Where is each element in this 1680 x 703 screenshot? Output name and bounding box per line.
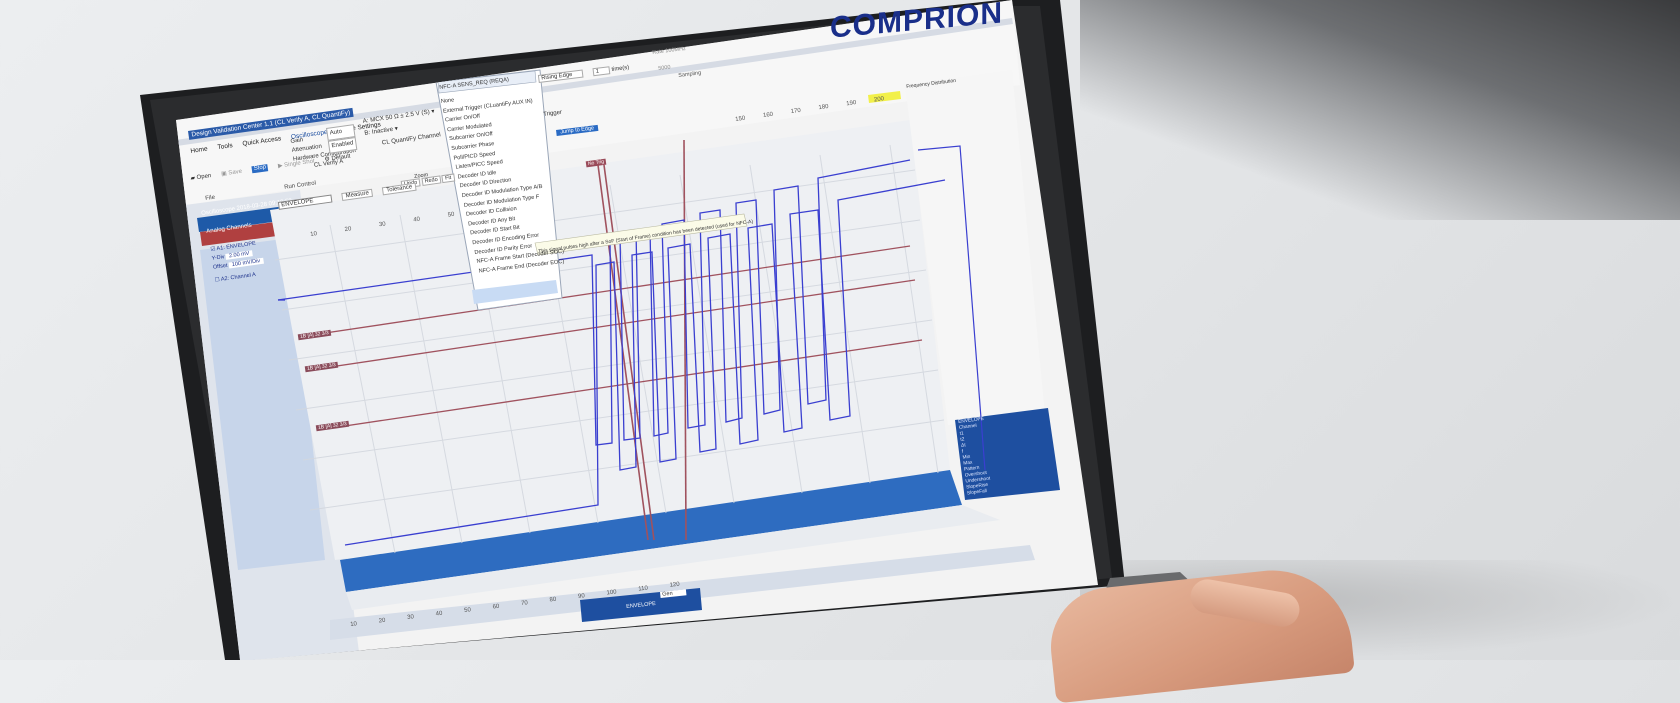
tooltip: This signal pulses high after a SoF (Sta… [538, 218, 754, 255]
bottom-tab-gen[interactable]: Gen [660, 589, 687, 598]
file-group-label: File [205, 194, 216, 202]
trigger-source-list: None External Trigger (CLuantiFy AUX IN)… [440, 88, 565, 279]
trigger-unit-label: time(s) [611, 64, 630, 73]
tick-label: 70 [520, 600, 529, 607]
tick-label: 20 [378, 617, 386, 625]
tick-label: 30 [406, 614, 415, 621]
tick-label: 10 [350, 621, 358, 628]
channel-select[interactable]: ENVELOPE [277, 194, 333, 210]
channel-marker[interactable]: 1B [A] 32 3/3 [304, 361, 339, 373]
trigger-count-input[interactable]: 1 [592, 66, 611, 77]
tick-label: 80 [549, 596, 557, 604]
tick-label: 100 [606, 589, 617, 597]
brand-logo: COMPRION [830, 0, 1003, 45]
channel-config: A: MCX 50 Ω ± 2.5 V (S) ▾ B: Inactive ▾ … [362, 106, 442, 152]
tick-label: 160 [762, 111, 774, 120]
checkbox[interactable]: ☑ [210, 246, 216, 253]
tab-home[interactable]: Home [190, 146, 208, 155]
save-icon: ▣ [220, 170, 228, 178]
tick-label: 50 [447, 211, 455, 219]
tick-label: 60 [492, 603, 500, 611]
tick-label: 170 [790, 107, 802, 116]
sampling-label: Sampling [678, 70, 702, 79]
play-icon: ▶ [277, 163, 284, 170]
tick-label: 110 [638, 585, 649, 593]
folder-icon: ▰ [190, 175, 196, 182]
tab-tools[interactable]: Tools [217, 142, 233, 151]
tolerance-button[interactable]: Tolerance [381, 182, 417, 196]
tick-label: 90 [577, 593, 586, 600]
tick-label: 40 [435, 610, 443, 618]
open-button[interactable]: ▰ Open [190, 172, 212, 182]
tick-label: 30 [378, 221, 387, 229]
jump-to-edge-button[interactable]: Jump to Edge [556, 124, 599, 136]
fit-button[interactable]: Fit [441, 173, 455, 184]
stats-panel: ENVELOPE Channel t1 t2 Δt f Min Max Patt… [958, 417, 993, 498]
tick-label: 50 [463, 607, 472, 614]
channel-marker[interactable]: 1B [A] 32 3/3 [297, 329, 332, 341]
tick-label: 120 [669, 581, 681, 589]
run-control-label: Run Control [283, 180, 317, 191]
tick-label: 10 [310, 231, 318, 238]
bottom-tab-envelope[interactable]: ENVELOPE [626, 601, 656, 610]
measure-button[interactable]: Measure [341, 188, 374, 202]
save-button[interactable]: ▣ Save [221, 168, 243, 178]
offset-label: Offset [212, 262, 228, 271]
tick-label: 200 [873, 96, 885, 104]
trigger-marker[interactable]: No Trig [585, 158, 607, 168]
trigger-dropdown[interactable]: NFC-A SENS_REQ (REQA) None External Trig… [439, 75, 565, 279]
trigger-edge-group: Rising Edge 1 time(s) [537, 64, 630, 83]
ruler-top: 10 20 30 40 50 [310, 212, 455, 238]
sampling-value[interactable]: 5000 [658, 65, 671, 72]
tab-quick-access[interactable]: Quick Access [242, 135, 282, 147]
checkbox[interactable]: ☐ [214, 277, 220, 284]
y-div-label: Y-Div [211, 254, 226, 262]
ruler-right: 150 160 170 180 190 200 [735, 96, 884, 123]
sampling-rate: Rate 100MHz [652, 45, 687, 56]
tick-label: 20 [344, 226, 352, 234]
tick-label: 180 [818, 103, 829, 112]
stop-button[interactable]: Stop [251, 164, 269, 174]
tick-label: 40 [413, 216, 421, 224]
analog-channels-header[interactable]: Analog Channels [206, 223, 252, 235]
frequency-distribution-label: Frequency Distribution [906, 77, 957, 90]
tick-label: 190 [845, 100, 857, 108]
screen-content: COMPRION Design Validation Center 1.1 (C… [0, 0, 1680, 660]
channel-a2[interactable]: A2: Channel A [221, 272, 257, 283]
channel-settings: ☑ A1: ENVELOPE Y-Div 2.00 mV Offset 100 … [210, 239, 266, 286]
channel-marker[interactable]: 1B [A] 32 3/3 [315, 420, 350, 432]
trigger-label: Trigger [543, 109, 563, 118]
redo-button[interactable]: Redo [421, 175, 442, 186]
config-values: Auto Enabled [326, 124, 358, 154]
tick-label: 150 [735, 115, 746, 123]
trigger-edge-select[interactable]: Rising Edge [537, 69, 584, 83]
